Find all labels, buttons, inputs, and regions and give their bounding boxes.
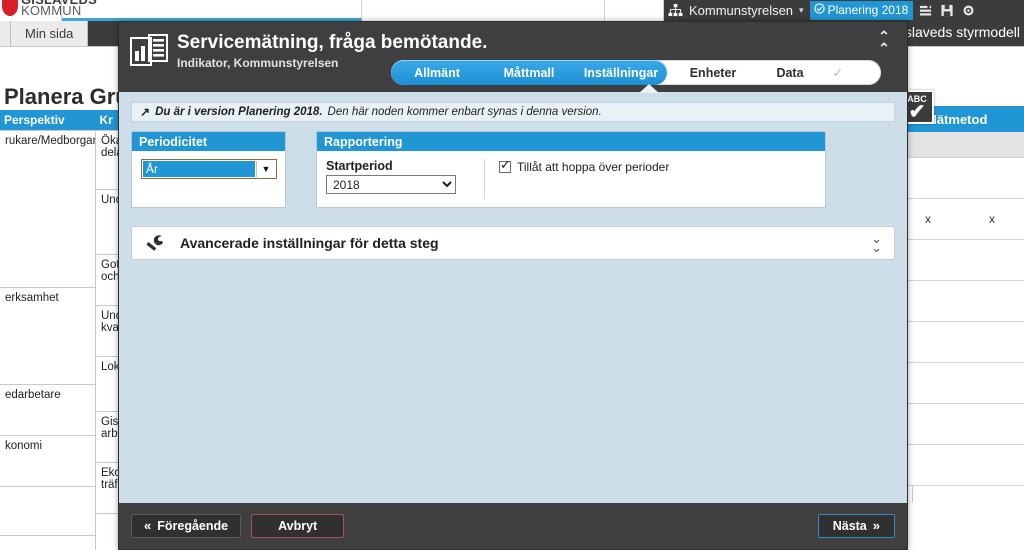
tab-allmant[interactable]: Allmänt (391, 60, 483, 85)
table-row[interactable] (896, 281, 1024, 322)
periodicitet-select-value: År (143, 161, 255, 177)
tab-data[interactable]: Data (759, 60, 821, 85)
settings-dialog: Servicemätning, fråga bemötande. Indikat… (118, 21, 908, 550)
browser-tab-4[interactable] (605, 0, 664, 21)
chevron-double-down-icon[interactable]: ⌄ ⌄ (871, 232, 882, 254)
nav-right-title: islaveds styrmodell (901, 24, 1020, 40)
panel-periodicitet-body: År ▼ (132, 151, 285, 207)
panel-rapportering-body: Startperiod 2018 Tillåt att hoppa över p… (317, 151, 825, 207)
table-row[interactable]: x x (896, 199, 1024, 240)
nav-item-min-sida[interactable]: Min sida (10, 21, 89, 46)
checkbox-icon[interactable] (499, 158, 511, 173)
dialog-footer: « Föregående Avbryt Nästa » (119, 503, 907, 549)
chevron-down-icon[interactable]: ▾ (799, 5, 804, 16)
table-row[interactable] (896, 445, 1024, 486)
browser-tab-3[interactable] (362, 0, 605, 21)
org-selector-label[interactable]: Kommunstyrelsen (689, 3, 793, 18)
tab-complete-check-icon: ✓ (832, 64, 844, 80)
skip-periods-label: Tillåt att hoppa över perioder (517, 160, 670, 174)
version-badge-label: Planering 2018 (827, 3, 909, 17)
tab-mattmall[interactable]: Måttmall (483, 60, 575, 85)
logo-text: GISLAVEDS KOMMUN (21, 0, 97, 17)
dialog-header: Servicemätning, fråga bemötande. Indikat… (119, 22, 907, 93)
periodicitet-select[interactable]: År ▼ (141, 159, 277, 179)
background-table-right: Mätmetod x x (896, 66, 1024, 496)
org-tree-icon (668, 4, 683, 17)
table-row[interactable] (896, 404, 1024, 445)
list-filter-icon[interactable] (919, 4, 934, 17)
settings-panels: Periodicitet År ▼ Rapportering Startperi… (131, 131, 895, 208)
dialog-body: ↗ Du är i version Planering 2018. Den hä… (119, 92, 907, 503)
advanced-settings-row[interactable]: Avancerade inställningar för detta steg … (131, 226, 895, 260)
skip-periods-checkbox-row[interactable]: Tillåt att hoppa över perioder (499, 158, 670, 174)
table-subheader (896, 132, 1024, 158)
version-badge[interactable]: Planering 2018 (809, 1, 914, 20)
tab-group-active: Allmänt Måttmall Inställningar (391, 60, 667, 85)
dialog-tab-bar: Allmänt Måttmall Inställningar Enheter D… (391, 60, 881, 85)
cancel-button-label: Avbryt (278, 519, 318, 533)
table-row[interactable] (896, 322, 1024, 363)
tab-installningar[interactable]: Inställningar (575, 60, 667, 85)
indicator-report-icon (130, 34, 168, 70)
brand-logo[interactable]: GISLAVEDS KOMMUN (0, 0, 110, 22)
dialog-subtitle: Indikator, Kommunstyrelsen (177, 56, 339, 70)
dialog-title: Servicemätning, fråga bemötande. (177, 32, 488, 53)
gear-icon[interactable] (961, 4, 976, 17)
cell-value: x (925, 212, 931, 226)
startperiod-field-group: Startperiod 2018 (326, 159, 485, 199)
panel-periodicitet-header: Periodicitet (132, 132, 285, 151)
info-bold-text: Du är i version Planering 2018. (155, 106, 323, 118)
previous-button-label: Föregående (157, 519, 229, 533)
panel-rapportering: Rapportering Startperiod 2018 Tillåt att… (316, 131, 826, 208)
save-disk-icon[interactable] (940, 4, 955, 17)
chevron-down-icon[interactable]: ▼ (256, 161, 275, 177)
chevron-double-right-icon: » (872, 518, 880, 533)
panel-rapportering-header: Rapportering (317, 132, 825, 151)
table-row[interactable] (896, 240, 1024, 281)
table-row[interactable] (896, 158, 1024, 199)
app-toolbar: Kommunstyrelsen ▾ Planering 2018 (664, 0, 1024, 21)
panel-periodicitet: Periodicitet År ▼ (131, 131, 286, 208)
version-info-bar: ↗ Du är i version Planering 2018. Den hä… (131, 102, 895, 122)
startperiod-select[interactable]: 2018 (326, 175, 456, 194)
shield-icon (2, 0, 18, 16)
skip-periods-group: Tillåt att hoppa över perioder (485, 158, 670, 199)
next-button-label: Nästa (832, 519, 867, 533)
arrow-up-right-icon: ↗ (140, 105, 151, 119)
info-rest-text: Den här noden kommer enbart synas i denn… (327, 106, 602, 118)
startperiod-label: Startperiod (326, 159, 393, 173)
cell-value: x (989, 212, 995, 226)
screen-root: GISLAVEDS KOMMUN Kommunstyrelsen ▾ (0, 0, 1024, 550)
cancel-button[interactable]: Avbryt (251, 514, 345, 538)
next-button[interactable]: Nästa » (817, 514, 895, 538)
table-row[interactable] (896, 363, 1024, 404)
page-title: Planera Gru (4, 84, 129, 109)
advanced-settings-label: Avancerade inställningar för detta steg (180, 235, 439, 251)
wrench-icon (144, 233, 166, 253)
chevron-double-up-icon[interactable]: ⌃ ⌃ (871, 29, 897, 55)
previous-button[interactable]: « Föregående (131, 514, 242, 538)
clock-check-icon (813, 3, 825, 17)
tab-enheter[interactable]: Enheter (667, 60, 759, 85)
chevron-double-left-icon: « (144, 518, 152, 533)
